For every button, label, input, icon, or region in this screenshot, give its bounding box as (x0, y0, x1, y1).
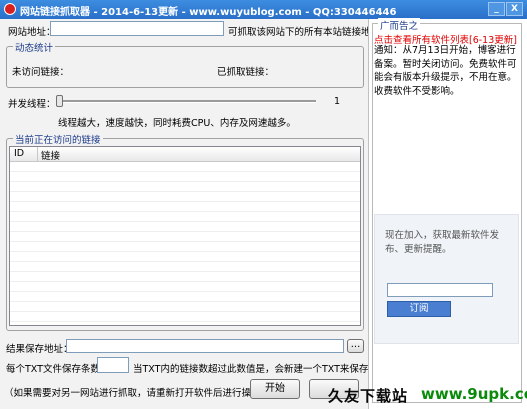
links-legend: 当前正在访问的链接 (13, 132, 103, 146)
fetched-label: 已抓取链接： (217, 67, 275, 78)
browse-button[interactable]: ... (347, 339, 364, 353)
threads-value: 1 (334, 96, 341, 107)
table-row (10, 242, 360, 252)
minimize-button[interactable]: _ (488, 2, 505, 16)
table-row (10, 202, 360, 212)
site-url-input[interactable] (50, 21, 224, 36)
links-list[interactable]: ID 链接 (9, 146, 361, 326)
threads-slider-thumb[interactable] (56, 95, 63, 107)
site-url-label: 网站地址： (8, 27, 56, 38)
close-button[interactable]: X (506, 2, 523, 16)
table-row (10, 172, 360, 182)
subscribe-button[interactable]: 订阅 (387, 301, 451, 317)
subscribe-box: 现在加入，获取最新软件发布、更新提醒。 订阅 (374, 214, 519, 344)
subscribe-email-input[interactable] (387, 283, 493, 297)
threads-slider-track[interactable] (58, 100, 316, 103)
watermark-url: www.9upk.com (421, 385, 527, 403)
table-row (10, 312, 360, 322)
ad-legend: 广而告之 (378, 18, 421, 32)
table-row (10, 162, 360, 172)
threads-note: 线程越大，速度越快，同时耗费CPU、内存及网速越多。 (58, 118, 296, 129)
per-file-label: 每个TXT文件保存条数： (6, 364, 110, 375)
ad-group: 广而告之 点击查看所有软件列表[6-13更新] 通知：从7月13日开始，博客进行… (372, 18, 522, 403)
per-file-input[interactable] (97, 357, 129, 373)
stats-legend: 动态统计 (13, 40, 56, 54)
table-row (10, 252, 360, 262)
table-row (10, 282, 360, 292)
site-watermark: 久友下载站 www.9upk.com (320, 380, 527, 409)
table-row (10, 192, 360, 202)
table-row (10, 272, 360, 282)
ad-notice: 通知：从7月13日开始，博客进行备案。暂时关闭访问。免费软件可能会有版本升级提示… (374, 45, 517, 97)
table-row (10, 262, 360, 272)
ad-panel: 广而告之 点击查看所有软件列表[6-13更新] 通知：从7月13日开始，博客进行… (368, 18, 527, 409)
title-bar: 网站链接抓取器 - 2014-6-13更新 - www.wuyublog.com… (0, 0, 527, 19)
app-window: 网站链接抓取器 - 2014-6-13更新 - www.wuyublog.com… (0, 0, 527, 409)
links-list-header: ID 链接 (10, 147, 360, 162)
table-row (10, 292, 360, 302)
save-path-label: 结果保存地址： (6, 344, 73, 355)
table-row (10, 212, 360, 222)
unvisited-label: 未访问链接： (12, 67, 70, 78)
stats-group: 动态统计 未访问链接： 已抓取链接： (6, 40, 364, 88)
table-row (10, 232, 360, 242)
threads-label: 并发线程： (8, 99, 56, 110)
app-icon (4, 3, 16, 15)
site-url-hint: 可抓取该网站下的所有本站链接地址。 (228, 27, 390, 38)
column-link[interactable]: 链接 (41, 148, 60, 162)
per-file-note: 当TXT内的链接数超过此数值是，会新建一个TXT来保存新链接 (133, 364, 397, 375)
start-button[interactable]: 开始 (250, 379, 300, 399)
window-title: 网站链接抓取器 - 2014-6-13更新 - www.wuyublog.com… (20, 7, 397, 18)
column-id[interactable]: ID (14, 148, 24, 159)
footer-note: （如果需要对另一网站进行抓取，请重新打开软件后进行操作！） (4, 388, 280, 399)
table-row (10, 302, 360, 312)
save-path-input[interactable] (66, 339, 344, 353)
watermark-brand: 久友下载站 (328, 387, 409, 405)
table-row (10, 222, 360, 232)
subscribe-text: 现在加入，获取最新软件发布、更新提醒。 (385, 230, 500, 255)
table-row (10, 182, 360, 192)
